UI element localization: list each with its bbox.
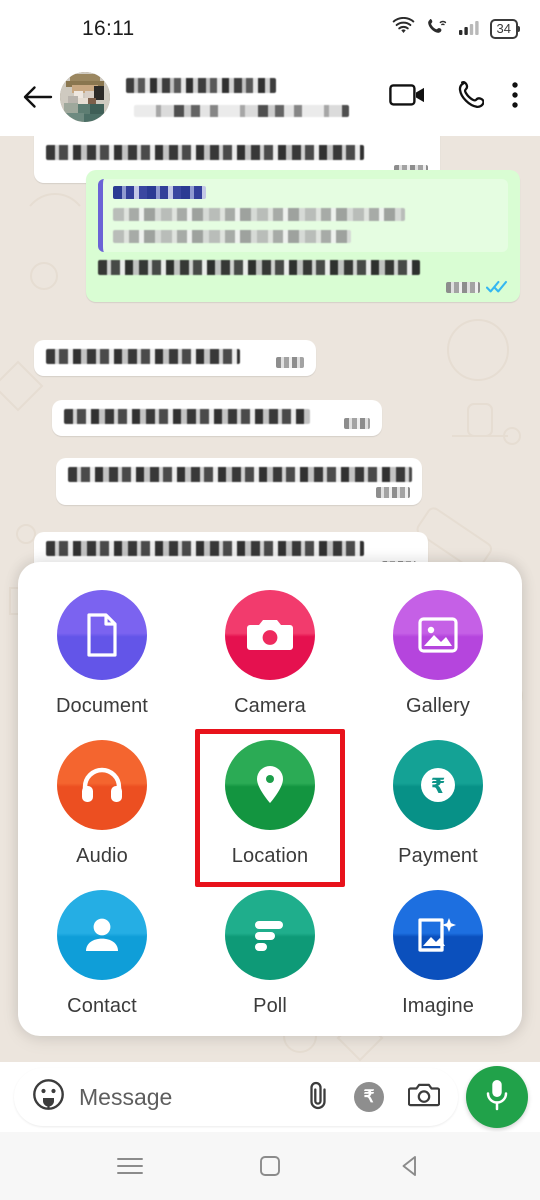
contact-info[interactable] [126,77,389,117]
headphones-icon [57,740,147,830]
quoted-text-redacted [113,208,405,221]
timestamp-redacted [344,417,370,429]
phone-icon[interactable] [455,80,485,115]
contact-name-redacted [126,77,276,93]
status-time: 16:11 [82,17,135,40]
hamburger-recents-icon[interactable] [101,1143,159,1189]
attachment-option-contact[interactable]: Contact [18,890,186,1018]
message-composer: Message ₹ [0,1062,540,1132]
attachment-option-imagine[interactable]: Imagine [354,890,522,1018]
map-pin-icon [225,740,315,830]
message-bubble-outgoing[interactable] [86,170,520,302]
svg-text:₹: ₹ [431,774,446,798]
message-bubble-incoming[interactable] [34,340,316,376]
message-input-bar[interactable]: Message ₹ [14,1068,458,1126]
attachment-label: Location [231,845,309,867]
person-icon [57,890,147,980]
avatar[interactable] [60,72,110,122]
rupee-circle-icon[interactable]: ₹ [354,1082,384,1112]
battery-level: 34 [496,21,511,36]
document-icon [57,590,147,680]
attachment-option-document[interactable]: Document [18,590,186,718]
read-receipt-ticks-icon [485,280,508,295]
quoted-reply[interactable] [98,179,508,252]
voice-record-button[interactable] [466,1066,528,1128]
attachment-sheet[interactable]: Document Camera Gallery Audio Location ₹… [18,562,522,1036]
square-home-icon[interactable] [241,1143,299,1189]
video-camera-icon[interactable] [389,81,429,114]
message-text-redacted [64,409,310,424]
message-text-redacted [68,467,412,482]
microphone-icon [484,1078,510,1117]
system-nav-bar [0,1132,540,1200]
message-bubble-incoming[interactable] [56,458,422,505]
battery-icon: 34 [489,19,521,39]
message-input-placeholder[interactable]: Message [79,1084,172,1111]
status-bar: 16:11 34 [0,0,540,58]
camera-icon [225,590,315,680]
message-bubble-incoming[interactable] [52,400,382,436]
message-text-redacted [46,349,240,364]
wifi-calling-icon [425,17,449,41]
quoted-author-redacted [113,186,206,199]
message-text-redacted [98,260,420,275]
triangle-back-icon[interactable] [381,1143,439,1189]
gallery-icon [393,590,483,680]
message-row[interactable] [56,458,422,505]
attachment-label: Imagine [402,995,474,1017]
attachment-label: Audio [76,845,128,867]
quoted-text-redacted [113,230,351,243]
phone-screen: 16:11 34 Document Camera Gallery Audio L… [0,0,540,1200]
signal-bars-icon [458,18,481,41]
attachment-option-location[interactable]: Location [186,740,354,868]
message-text-redacted [46,541,364,556]
attachment-option-payment[interactable]: ₹ Payment [354,740,522,868]
message-row[interactable] [52,400,382,436]
message-meta [68,487,410,498]
attachment-option-camera[interactable]: Camera [186,590,354,718]
attachment-option-audio[interactable]: Audio [18,740,186,868]
wifi-icon [391,17,416,41]
timestamp-redacted [446,282,480,293]
status-indicators: 34 [391,17,521,41]
message-meta [98,280,508,295]
timestamp-redacted [376,487,410,498]
contact-status-redacted [134,104,349,117]
sticker-emoji-icon[interactable] [32,1078,65,1116]
paperclip-icon[interactable] [306,1079,330,1116]
chat-app-bar [0,58,540,136]
attachment-label: Gallery [405,695,471,717]
poll-bars-icon [225,890,315,980]
attachment-label: Poll [253,995,287,1017]
app-bar-actions [389,80,524,115]
camera-icon[interactable] [407,1081,441,1114]
attachment-grid: Document Camera Gallery Audio Location ₹… [18,590,522,1018]
message-row[interactable] [86,170,520,302]
rupee-coin-icon: ₹ [393,740,483,830]
back-button[interactable] [16,76,58,118]
attachment-option-poll[interactable]: Poll [186,890,354,1018]
message-row[interactable] [34,340,316,376]
composer-icons: ₹ [306,1079,441,1116]
attachment-option-gallery[interactable]: Gallery [354,590,522,718]
attachment-label: Camera [234,695,306,717]
attachment-label: Payment [398,845,478,867]
image-sparkle-icon [393,890,483,980]
more-vertical-icon[interactable] [510,80,520,115]
attachment-label: Contact [67,995,137,1017]
attachment-label: Document [56,695,148,717]
message-text-redacted [46,145,364,160]
timestamp-redacted [276,357,304,368]
